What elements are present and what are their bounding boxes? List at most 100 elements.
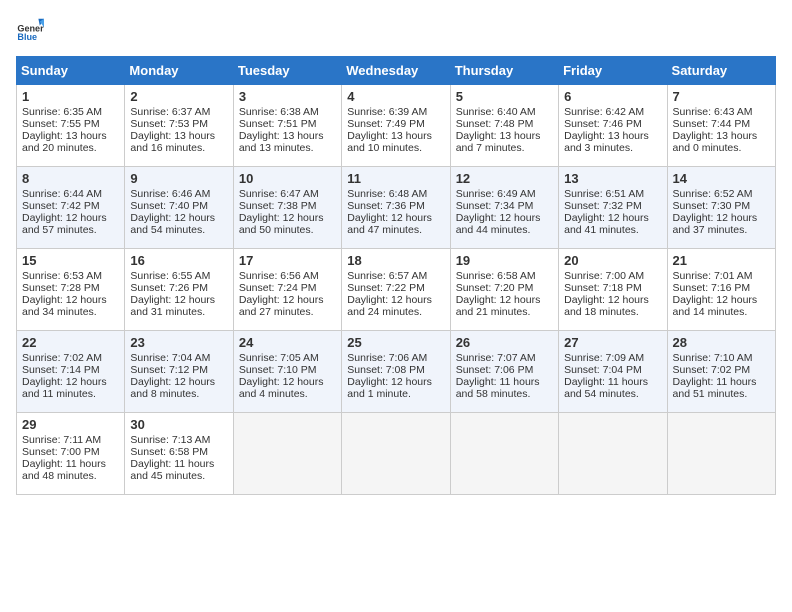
day-info-line: Daylight: 12 hours xyxy=(456,294,553,306)
day-info-line: Sunset: 7:00 PM xyxy=(22,446,119,458)
day-info-line: Sunrise: 7:05 AM xyxy=(239,352,336,364)
day-info-line: Sunset: 7:38 PM xyxy=(239,200,336,212)
day-info-line: Sunrise: 6:42 AM xyxy=(564,106,661,118)
day-info-line: Sunrise: 6:38 AM xyxy=(239,106,336,118)
day-info-line: and 4 minutes. xyxy=(239,388,336,400)
day-number: 13 xyxy=(564,171,661,186)
calendar-cell: 17Sunrise: 6:56 AMSunset: 7:24 PMDayligh… xyxy=(233,249,341,331)
day-info-line: Sunrise: 6:43 AM xyxy=(673,106,770,118)
day-number: 19 xyxy=(456,253,553,268)
day-info-line: Sunset: 7:34 PM xyxy=(456,200,553,212)
day-info-line: Daylight: 11 hours xyxy=(22,458,119,470)
day-header-sunday: Sunday xyxy=(17,57,125,85)
day-info-line: Sunrise: 6:44 AM xyxy=(22,188,119,200)
calendar-cell: 18Sunrise: 6:57 AMSunset: 7:22 PMDayligh… xyxy=(342,249,450,331)
day-info-line: Sunrise: 6:55 AM xyxy=(130,270,227,282)
day-info-line: Daylight: 13 hours xyxy=(22,130,119,142)
day-number: 25 xyxy=(347,335,444,350)
day-info-line: and 48 minutes. xyxy=(22,470,119,482)
week-row-1: 1Sunrise: 6:35 AMSunset: 7:55 PMDaylight… xyxy=(17,85,776,167)
week-row-4: 22Sunrise: 7:02 AMSunset: 7:14 PMDayligh… xyxy=(17,331,776,413)
day-info-line: Sunset: 7:04 PM xyxy=(564,364,661,376)
day-info-line: Sunset: 7:55 PM xyxy=(22,118,119,130)
day-info-line: Sunset: 7:49 PM xyxy=(347,118,444,130)
day-info-line: Sunrise: 7:07 AM xyxy=(456,352,553,364)
day-info-line: and 24 minutes. xyxy=(347,306,444,318)
day-info-line: Daylight: 12 hours xyxy=(239,294,336,306)
day-info-line: Daylight: 13 hours xyxy=(347,130,444,142)
calendar-cell: 20Sunrise: 7:00 AMSunset: 7:18 PMDayligh… xyxy=(559,249,667,331)
day-info-line: Daylight: 12 hours xyxy=(456,212,553,224)
day-number: 7 xyxy=(673,89,770,104)
day-info-line: and 0 minutes. xyxy=(673,142,770,154)
day-info-line: Sunrise: 6:37 AM xyxy=(130,106,227,118)
day-info-line: Sunset: 7:26 PM xyxy=(130,282,227,294)
day-info-line: and 16 minutes. xyxy=(130,142,227,154)
day-info-line: Sunset: 7:30 PM xyxy=(673,200,770,212)
calendar-cell: 9Sunrise: 6:46 AMSunset: 7:40 PMDaylight… xyxy=(125,167,233,249)
day-number: 29 xyxy=(22,417,119,432)
day-header-thursday: Thursday xyxy=(450,57,558,85)
day-number: 21 xyxy=(673,253,770,268)
day-header-friday: Friday xyxy=(559,57,667,85)
day-info-line: and 34 minutes. xyxy=(22,306,119,318)
day-info-line: Sunset: 7:14 PM xyxy=(22,364,119,376)
day-info-line: Sunrise: 7:04 AM xyxy=(130,352,227,364)
day-number: 22 xyxy=(22,335,119,350)
calendar-cell: 11Sunrise: 6:48 AMSunset: 7:36 PMDayligh… xyxy=(342,167,450,249)
day-info-line: Sunrise: 7:02 AM xyxy=(22,352,119,364)
day-info-line: Daylight: 11 hours xyxy=(564,376,661,388)
day-info-line: Daylight: 12 hours xyxy=(130,376,227,388)
week-row-5: 29Sunrise: 7:11 AMSunset: 7:00 PMDayligh… xyxy=(17,413,776,495)
calendar-cell: 28Sunrise: 7:10 AMSunset: 7:02 PMDayligh… xyxy=(667,331,775,413)
logo: General Blue xyxy=(16,16,44,44)
svg-text:Blue: Blue xyxy=(17,32,37,42)
day-number: 4 xyxy=(347,89,444,104)
day-info-line: Sunset: 7:08 PM xyxy=(347,364,444,376)
day-info-line: and 57 minutes. xyxy=(22,224,119,236)
day-info-line: Sunrise: 6:47 AM xyxy=(239,188,336,200)
day-info-line: Sunrise: 6:39 AM xyxy=(347,106,444,118)
day-info-line: and 27 minutes. xyxy=(239,306,336,318)
calendar-cell xyxy=(450,413,558,495)
day-info-line: Sunrise: 7:13 AM xyxy=(130,434,227,446)
header-row: SundayMondayTuesdayWednesdayThursdayFrid… xyxy=(17,57,776,85)
day-info-line: Daylight: 13 hours xyxy=(239,130,336,142)
day-info-line: and 31 minutes. xyxy=(130,306,227,318)
day-info-line: and 20 minutes. xyxy=(22,142,119,154)
day-number: 5 xyxy=(456,89,553,104)
day-number: 23 xyxy=(130,335,227,350)
day-info-line: Sunrise: 6:48 AM xyxy=(347,188,444,200)
day-info-line: Daylight: 13 hours xyxy=(130,130,227,142)
calendar-cell: 12Sunrise: 6:49 AMSunset: 7:34 PMDayligh… xyxy=(450,167,558,249)
calendar-cell: 23Sunrise: 7:04 AMSunset: 7:12 PMDayligh… xyxy=(125,331,233,413)
calendar-cell: 8Sunrise: 6:44 AMSunset: 7:42 PMDaylight… xyxy=(17,167,125,249)
day-info-line: Sunrise: 6:51 AM xyxy=(564,188,661,200)
calendar-cell: 4 Sunrise: 6:39 AMSunset: 7:49 PMDaylight… xyxy=(342,85,450,167)
day-info-line: Sunrise: 7:10 AM xyxy=(673,352,770,364)
day-info-line: Daylight: 12 hours xyxy=(239,212,336,224)
day-info-line: Daylight: 11 hours xyxy=(130,458,227,470)
day-number: 8 xyxy=(22,171,119,186)
calendar-cell: 27Sunrise: 7:09 AMSunset: 7:04 PMDayligh… xyxy=(559,331,667,413)
day-number: 26 xyxy=(456,335,553,350)
day-number: 24 xyxy=(239,335,336,350)
day-info-line: Sunrise: 6:40 AM xyxy=(456,106,553,118)
day-info-line: and 50 minutes. xyxy=(239,224,336,236)
day-info-line: and 54 minutes. xyxy=(130,224,227,236)
day-info-line: Daylight: 12 hours xyxy=(22,376,119,388)
logo-icon: General Blue xyxy=(16,16,44,44)
day-header-tuesday: Tuesday xyxy=(233,57,341,85)
day-info-line: Daylight: 12 hours xyxy=(347,376,444,388)
calendar-cell xyxy=(342,413,450,495)
day-info-line: Sunrise: 7:06 AM xyxy=(347,352,444,364)
calendar-cell: 5Sunrise: 6:40 AMSunset: 7:48 PMDaylight… xyxy=(450,85,558,167)
day-info-line: Sunrise: 7:11 AM xyxy=(22,434,119,446)
day-info-line: and 54 minutes. xyxy=(564,388,661,400)
day-number: 20 xyxy=(564,253,661,268)
day-number: 12 xyxy=(456,171,553,186)
day-info-line: Sunset: 7:42 PM xyxy=(22,200,119,212)
calendar-cell: 15Sunrise: 6:53 AMSunset: 7:28 PMDayligh… xyxy=(17,249,125,331)
calendar-cell: 3Sunrise: 6:38 AMSunset: 7:51 PMDaylight… xyxy=(233,85,341,167)
day-info-line: Sunset: 7:24 PM xyxy=(239,282,336,294)
